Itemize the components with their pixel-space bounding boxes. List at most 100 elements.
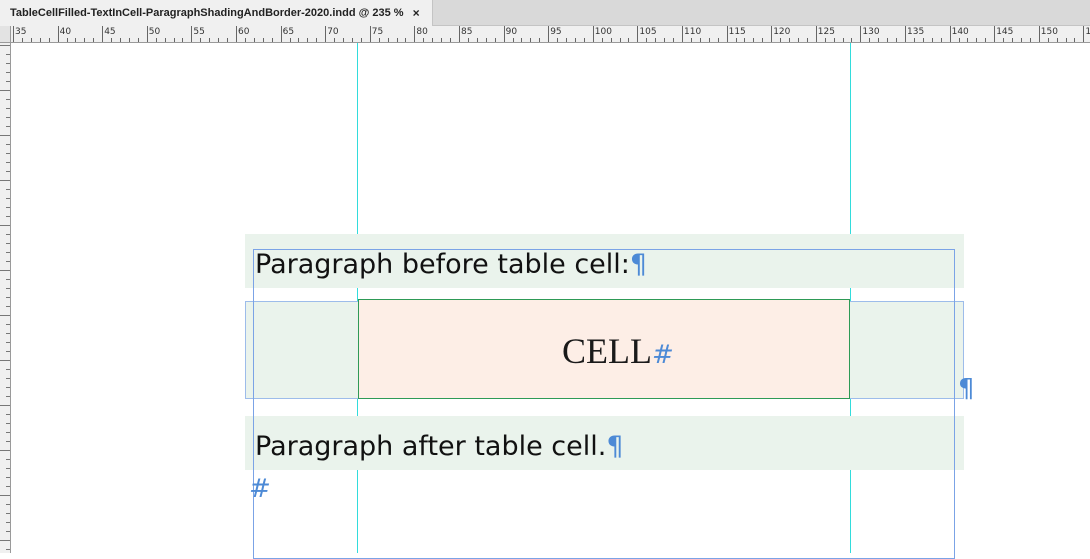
ruler-tick (967, 38, 969, 42)
ruler-tick (6, 468, 10, 469)
ruler-tick (842, 38, 844, 42)
ruler-label: 140 (951, 27, 969, 37)
ruler-tick (521, 38, 523, 42)
ruler-tick (6, 54, 10, 55)
ruler-label: 105 (639, 27, 657, 37)
horizontal-ruler[interactable]: 35 40 45 50 55 60 65 70 75 80 85 90 95 100 105 110 115 12… (11, 26, 1090, 43)
close-icon[interactable]: × (413, 6, 420, 20)
ruler-tick (6, 72, 10, 73)
ruler-tick (6, 306, 10, 307)
ruler-tick (0, 360, 10, 361)
ruler-tick (0, 315, 10, 316)
text-frame[interactable] (253, 249, 955, 559)
ruler-origin[interactable] (0, 26, 11, 43)
ruler-tick (0, 180, 10, 181)
ruler-tick (940, 38, 942, 42)
pilcrow-icon: ¶ (606, 431, 624, 462)
ruler-label: 80 (416, 27, 428, 37)
ruler-tick (6, 342, 10, 343)
document-tab[interactable]: TableCellFilled-TextInCell-ParagraphShad… (0, 0, 433, 26)
ruler-tick (6, 504, 10, 505)
story-end-icon: # (249, 474, 271, 504)
ruler-tick (0, 495, 10, 496)
ruler-tick (209, 38, 211, 42)
ruler-tick (762, 38, 764, 42)
ruler-tick (146, 26, 148, 42)
ruler-tick (441, 38, 443, 42)
ruler-tick (128, 38, 130, 42)
paragraph-before-text: Paragraph before table cell: (255, 249, 630, 280)
table-paragraph-pilcrow-icon: ¶ (958, 374, 975, 404)
ruler-label: 85 (461, 27, 473, 37)
ruler-label: 95 (550, 27, 562, 37)
ruler-tick (574, 38, 576, 42)
ruler-tick (949, 26, 951, 42)
vertical-ruler[interactable] (0, 43, 11, 553)
ruler-tick (557, 38, 559, 42)
ruler-tick (200, 38, 202, 42)
ruler-tick (6, 288, 10, 289)
ruler-tick (6, 207, 10, 208)
ruler-tick (6, 324, 10, 325)
ruler-tick (637, 26, 639, 42)
ruler-tick (280, 26, 282, 42)
ruler-tick (6, 441, 10, 442)
ruler-tick (1083, 26, 1085, 42)
ruler-tick (298, 38, 300, 42)
ruler-tick (958, 38, 960, 42)
ruler-tick (0, 225, 10, 226)
ruler-label: 110 (684, 27, 702, 37)
ruler-tick (726, 26, 728, 42)
ruler-tick (1029, 38, 1031, 42)
ruler-tick (530, 38, 532, 42)
ruler-tick (387, 38, 389, 42)
ruler-tick (1038, 26, 1040, 42)
ruler-label: 65 (282, 27, 295, 37)
ruler-tick (75, 38, 77, 42)
ruler-tick (735, 38, 737, 42)
ruler-tick (6, 459, 10, 460)
ruler-tick (57, 26, 59, 42)
ruler-tick (896, 38, 898, 42)
ruler-tick (512, 38, 514, 42)
ruler-tick (744, 38, 746, 42)
ruler-tick (30, 38, 32, 42)
ruler-tick (0, 405, 10, 406)
ruler-tick (6, 423, 10, 424)
ruler-tick (806, 38, 808, 42)
ruler-tick (6, 477, 10, 478)
ruler-tick (102, 26, 104, 42)
ruler-tick (6, 378, 10, 379)
ruler-label: 50 (148, 27, 161, 37)
ruler-tick (619, 38, 621, 42)
ruler-tick (976, 38, 978, 42)
ruler-tick (369, 26, 371, 42)
ruler-tick (253, 38, 255, 42)
cell-content[interactable]: CELL# (562, 330, 674, 372)
ruler-label: 150 (1040, 27, 1058, 37)
ruler-tick (0, 90, 10, 91)
ruler-label: 100 (594, 27, 612, 37)
ruler-tick (708, 38, 710, 42)
ruler-tick (6, 252, 10, 253)
ruler-tick (985, 38, 987, 42)
ruler-label: 70 (327, 27, 339, 37)
ruler-tick (922, 38, 924, 42)
ruler-tick (664, 38, 666, 42)
paragraph-after[interactable]: Paragraph after table cell.¶ (255, 431, 624, 462)
ruler-tick (6, 189, 10, 190)
ruler-label: 40 (59, 27, 72, 37)
ruler-tick (6, 333, 10, 334)
ruler-tick (271, 38, 273, 42)
ruler-tick (753, 38, 755, 42)
ruler-tick (6, 279, 10, 280)
ruler-tick (6, 549, 10, 550)
ruler-tick (6, 369, 10, 370)
ruler-tick (334, 38, 336, 42)
ruler-tick (610, 38, 612, 42)
cell-text: CELL (562, 331, 652, 371)
paragraph-before[interactable]: Paragraph before table cell:¶ (255, 249, 647, 280)
ruler-tick (13, 26, 14, 42)
ruler-tick (566, 38, 568, 42)
ruler-tick (164, 38, 166, 42)
